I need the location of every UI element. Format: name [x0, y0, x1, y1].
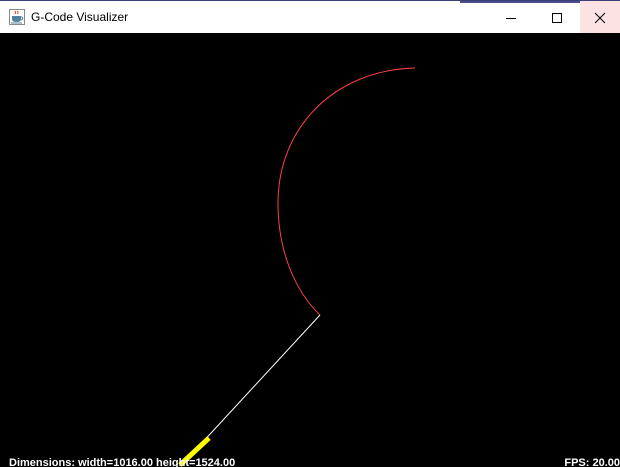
toolpath-drawing — [178, 67, 416, 467]
maximize-icon — [552, 12, 562, 23]
java-coffee-cup-icon[interactable] — [9, 9, 25, 25]
app-window: G-Code Visualizer Dimensions: width=1016… — [0, 0, 620, 467]
fps-readout: FPS: 20.00 — [564, 457, 620, 467]
title-bar[interactable]: G-Code Visualizer — [0, 0, 620, 34]
toolpath-arc — [277, 67, 416, 316]
toolpath-line — [199, 314, 321, 446]
minimize-icon — [506, 17, 516, 19]
visualizer-canvas[interactable]: Dimensions: width=1016.00 height=1524.00… — [0, 33, 620, 467]
window-title: G-Code Visualizer — [31, 10, 129, 24]
close-icon — [594, 12, 606, 23]
close-button[interactable] — [580, 1, 620, 34]
minimize-button[interactable] — [488, 1, 534, 34]
dimensions-readout: Dimensions: width=1016.00 height=1524.00 — [9, 457, 236, 467]
maximize-button[interactable] — [534, 1, 580, 34]
